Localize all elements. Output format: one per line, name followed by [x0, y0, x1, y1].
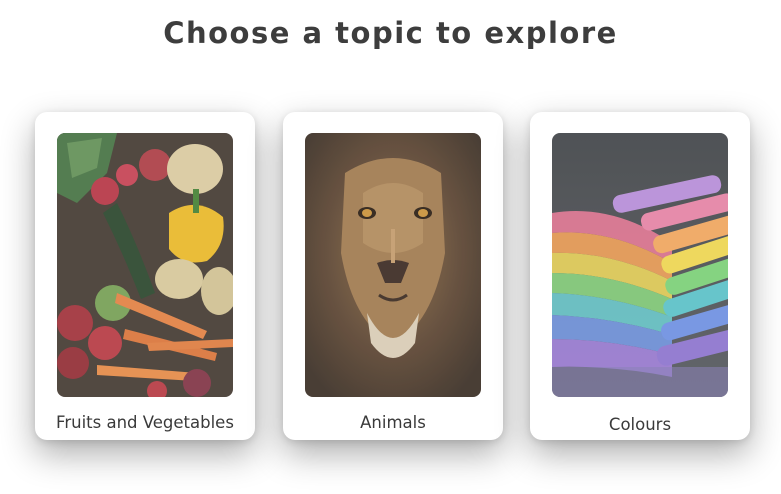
topic-card-animals[interactable]: Animals [283, 112, 503, 440]
topic-card-fruits-vegetables[interactable]: Fruits and Vegetables [35, 112, 255, 440]
page-title: Choose a topic to explore [163, 16, 618, 50]
topic-label: Fruits and Vegetables [56, 413, 234, 432]
chalk-colours-image [552, 133, 728, 397]
lion-image [305, 133, 481, 397]
topic-label: Colours [608, 415, 672, 434]
fruits-vegetables-image [57, 133, 233, 397]
topic-label: Animals [360, 413, 426, 432]
topic-card-colours[interactable]: Colours [530, 112, 750, 440]
topic-chooser-page: Choose a topic to explore Fruits and Veg… [0, 0, 781, 494]
